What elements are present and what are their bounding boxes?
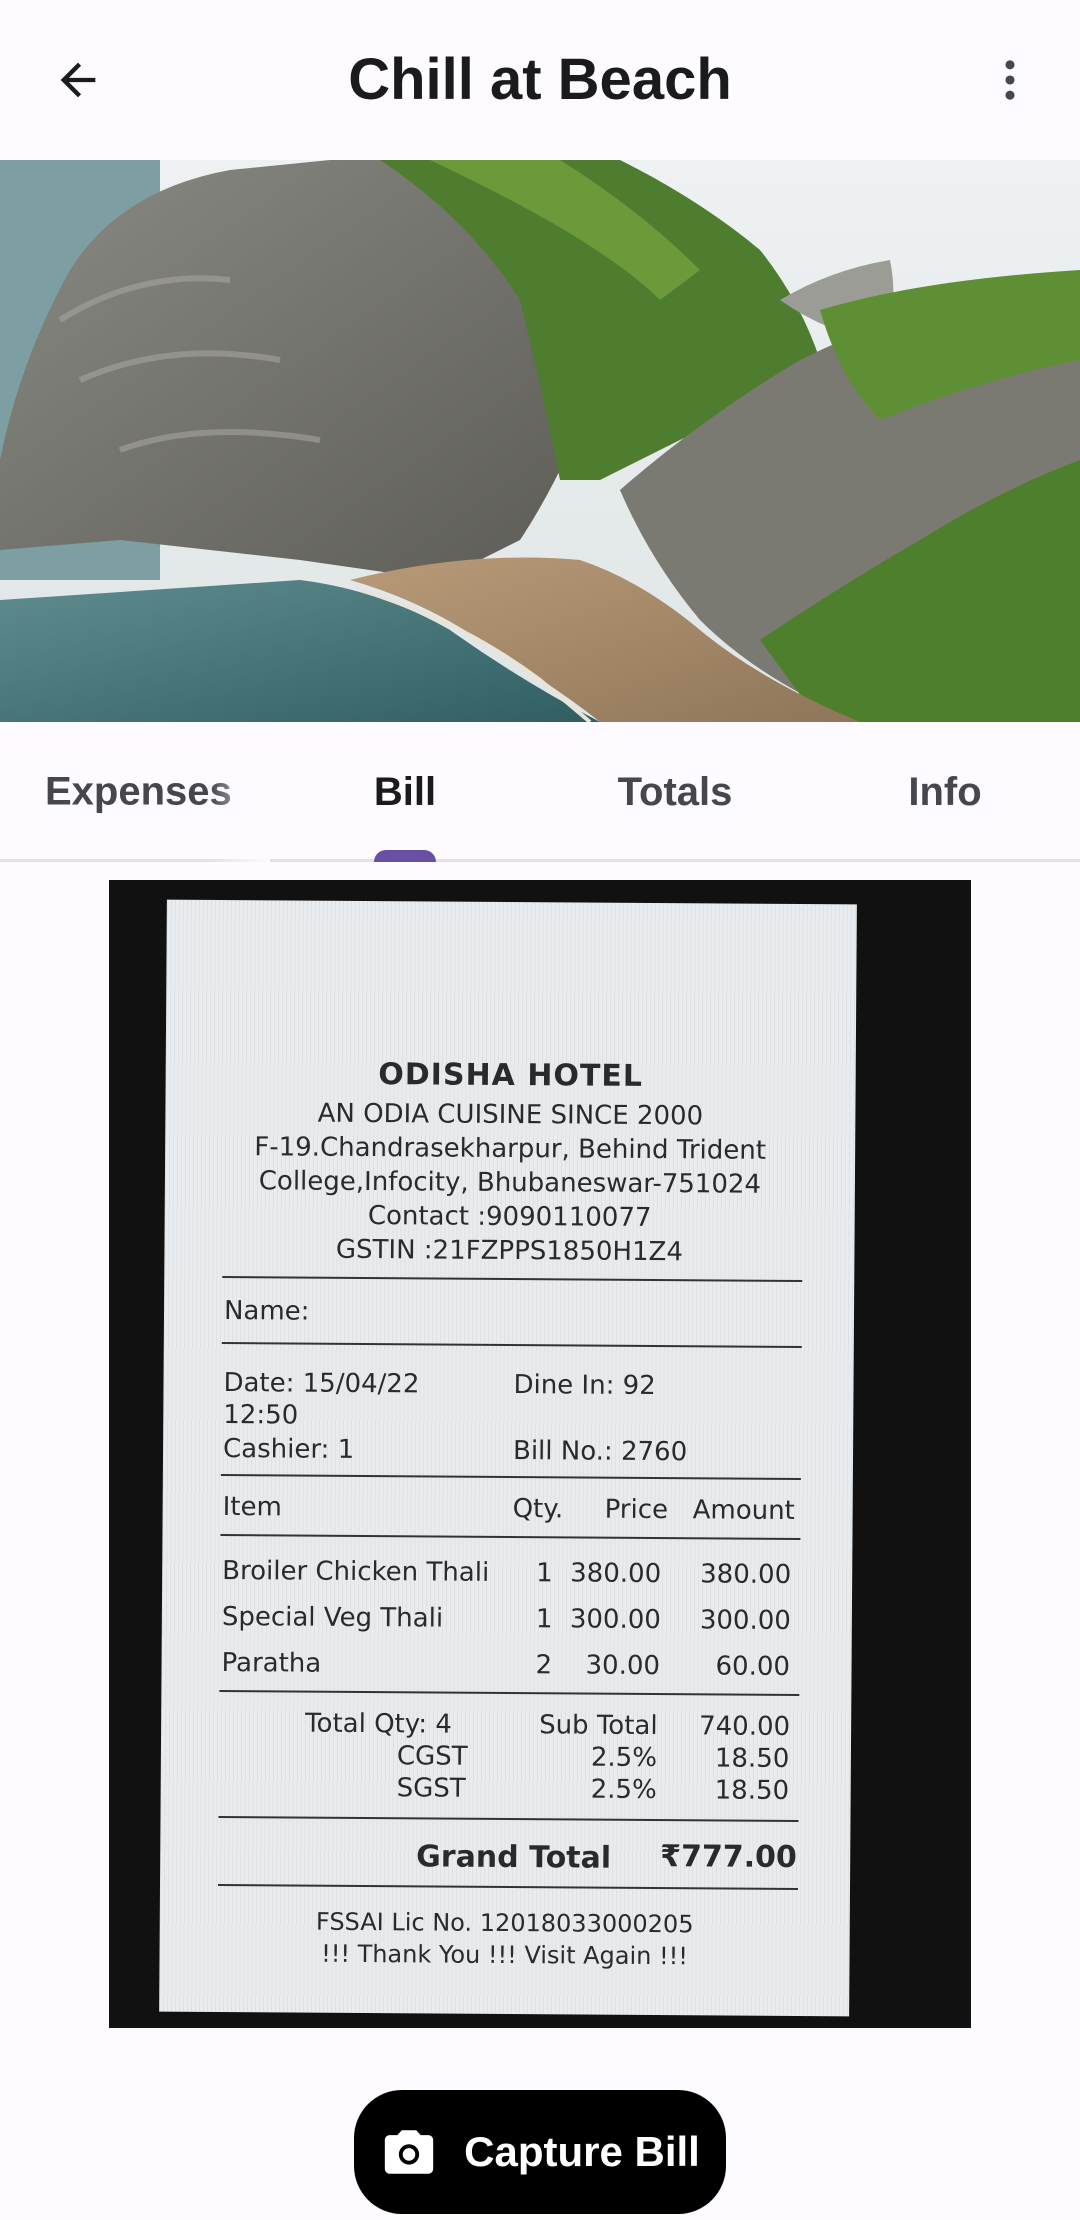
- receipt-sgst-amount: 18.50: [714, 1775, 790, 1806]
- receipt-divider: [218, 1815, 799, 1823]
- receipt-gstin: GSTIN :21FZPPS1850H1Z4: [335, 1234, 684, 1268]
- receipt-divider: [219, 1689, 800, 1697]
- receipt-item-name: Paratha: [221, 1648, 322, 1679]
- receipt-grand-total: ₹777.00: [660, 1839, 797, 1876]
- active-tab-indicator: [374, 850, 436, 862]
- receipt-header-amount: Amount: [692, 1495, 795, 1527]
- top-app-bar: Chill at Beach: [0, 0, 1080, 160]
- receipt-time: 12:50: [223, 1400, 299, 1431]
- receipt-item-qty: 2: [535, 1650, 553, 1681]
- receipt-item-amount: 60.00: [715, 1651, 791, 1682]
- receipt-hotel-name: ODISHA HOTEL: [378, 1057, 644, 1094]
- page-title: Chill at Beach: [348, 47, 732, 112]
- receipt-address-line1: F-19.Chandrasekharpur, Behind Trident: [254, 1132, 767, 1166]
- receipt-item-amount: 300.00: [699, 1605, 791, 1636]
- more-vert-icon: [1005, 60, 1015, 100]
- tab-bill-label: Bill: [373, 769, 437, 814]
- receipt-subtotal-label: Sub Total: [539, 1710, 658, 1742]
- receipt-grand-total-label: Grand Total: [416, 1839, 612, 1876]
- receipt-tagline: AN ODIA CUISINE SINCE 2000: [317, 1098, 704, 1132]
- receipt-thanks: !!! Thank You !!! Visit Again !!!: [321, 1939, 689, 1971]
- receipt-sgst-rate: 2.5%: [590, 1774, 657, 1806]
- receipt-item-name: Special Veg Thali: [221, 1602, 444, 1634]
- receipt-total-qty: Total Qty: 4: [305, 1708, 452, 1740]
- receipt-dine-in: Dine In: 92: [513, 1370, 656, 1402]
- tab-expenses[interactable]: Expenses: [0, 722, 270, 862]
- receipt-address-line2: College,Infocity, Bhubaneswar-751024: [258, 1166, 762, 1200]
- receipt-item-qty: 1: [536, 1558, 553, 1589]
- tab-totals-label: Totals: [617, 769, 733, 814]
- tab-bill[interactable]: Bill: [270, 722, 540, 862]
- receipt-subtotal: 740.00: [699, 1711, 791, 1742]
- receipt-item-qty: 1: [535, 1604, 553, 1635]
- receipt-divider: [218, 1883, 799, 1891]
- receipt-cashier: Cashier: 1: [222, 1434, 355, 1465]
- tab-expenses-label: Expenses: [45, 769, 232, 814]
- receipt-divider: [220, 1473, 801, 1481]
- camera-icon: [384, 2130, 434, 2174]
- tab-info[interactable]: Info: [810, 722, 1080, 862]
- tab-totals[interactable]: Totals: [540, 722, 810, 862]
- capture-bill-label: Capture Bill: [464, 2128, 700, 2175]
- receipt-divider: [221, 1341, 802, 1349]
- app-screen: Chill at Beach Expenses Bill Totals Info…: [0, 0, 1080, 2220]
- receipt-item-price: 30.00: [585, 1650, 661, 1682]
- receipt-header-qty: Qty.: [512, 1494, 564, 1525]
- receipt-header-price: Price: [604, 1494, 669, 1526]
- receipt-sgst-label: SGST: [396, 1773, 466, 1804]
- receipt-bill-no: Bill No.: 2760: [512, 1436, 688, 1468]
- receipt-item-name: Broiler Chicken Thali: [222, 1556, 490, 1588]
- receipt-name-label: Name:: [223, 1296, 310, 1327]
- receipt-item-amount: 380.00: [700, 1559, 792, 1590]
- tab-overflow-fade: [210, 722, 270, 862]
- hero-image: [0, 160, 1080, 722]
- receipt-cgst-rate: 2.5%: [590, 1742, 658, 1774]
- receipt-item-price: 300.00: [569, 1604, 661, 1636]
- more-options-button[interactable]: [970, 40, 1050, 120]
- receipt-divider: [222, 1276, 803, 1283]
- tab-info-label: Info: [908, 769, 982, 814]
- receipt-date: Date: 15/04/22: [223, 1368, 420, 1400]
- receipt-header-item: Item: [222, 1492, 282, 1523]
- receipt-paper: ODISHA HOTEL AN ODIA CUISINE SINCE 2000 …: [159, 899, 857, 2017]
- receipt-contact: Contact :9090110077: [367, 1201, 652, 1233]
- receipt-divider: [220, 1533, 801, 1541]
- receipt-item-price: 380.00: [570, 1558, 662, 1590]
- tab-bar: Expenses Bill Totals Info: [0, 722, 1080, 862]
- capture-bill-button[interactable]: Capture Bill: [354, 2090, 726, 2214]
- receipt-content: ODISHA HOTEL AN ODIA CUISINE SINCE 2000 …: [159, 900, 857, 2017]
- bill-photo[interactable]: ODISHA HOTEL AN ODIA CUISINE SINCE 2000 …: [109, 880, 971, 2028]
- receipt-cgst-amount: 18.50: [714, 1743, 790, 1774]
- receipt-cgst-label: CGST: [396, 1741, 468, 1772]
